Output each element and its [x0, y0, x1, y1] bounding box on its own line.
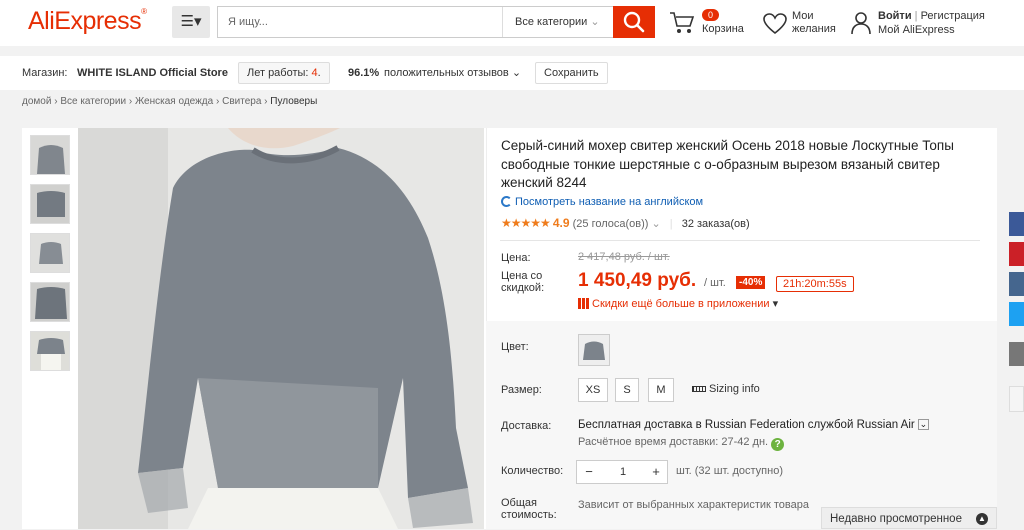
edit-icon[interactable] — [1009, 342, 1024, 366]
account-area: Войти | Регистрация Мой AliExpress — [850, 8, 1020, 38]
total-value: Зависит от выбранных характеристик товар… — [578, 499, 809, 511]
chevron-down-icon: ▾ — [772, 298, 779, 310]
sizing-info-link[interactable]: Sizing info — [692, 383, 760, 395]
chevron-down-icon: ⌄ — [590, 16, 600, 28]
search-input[interactable]: Я ищу... — [228, 7, 498, 37]
chevron-down-icon: ⌄ — [651, 218, 661, 230]
account-separator: | — [914, 10, 918, 22]
heart-icon — [763, 13, 787, 35]
header: AliExpress® ☰▾ Я ищу... Все категории ⌄ … — [0, 0, 1024, 46]
my-aliexpress-link[interactable]: Мой AliExpress — [878, 24, 955, 36]
login-link[interactable]: Войти — [878, 10, 912, 22]
app-promo-link[interactable]: Скидки ещё больше в приложении ▾ — [578, 297, 778, 310]
countdown-timer: 21h:20m:55s — [776, 276, 854, 292]
discount-badge: -40% — [736, 276, 766, 289]
search-bar: Я ищу... Все категории ⌄ — [217, 6, 655, 38]
recently-viewed-bar[interactable]: Недавно просмотренное ▲ — [821, 507, 997, 529]
ruler-icon — [692, 386, 706, 392]
chevron-up-icon: ▲ — [976, 513, 988, 525]
rating-votes-link[interactable]: (25 голоса(ов)) — [573, 218, 649, 230]
category-select[interactable]: Все категории ⌄ — [502, 7, 614, 37]
color-swatch[interactable] — [578, 334, 610, 366]
thumbnail-image[interactable] — [30, 233, 70, 273]
quantity-input[interactable]: 1 — [601, 461, 645, 483]
size-option-m[interactable]: M — [648, 378, 674, 402]
cart-icon — [670, 12, 695, 33]
search-button[interactable] — [613, 6, 655, 38]
scroll-top-icon[interactable] — [1009, 386, 1024, 412]
twitter-share-icon[interactable] — [1009, 302, 1024, 326]
breadcrumb: домой › Все категории › Женская одежда ›… — [22, 96, 318, 107]
cart-count-badge: 0 — [702, 9, 720, 21]
wishlist-label-2: желания — [792, 23, 836, 35]
cart-link[interactable]: 0 Корзина — [668, 8, 758, 38]
store-bar: Магазин: WHITE ISLAND Official Store Лет… — [0, 56, 1024, 90]
rating-value: 4.9 — [552, 216, 570, 230]
thumbnail-image[interactable] — [30, 282, 70, 322]
search-icon — [623, 11, 645, 33]
user-icon — [851, 12, 871, 35]
quantity-label: Количество: — [501, 465, 564, 477]
price-label: Цена: — [501, 252, 531, 264]
original-price: 2 417,48 руб. / шт. — [578, 251, 670, 263]
quantity-available: шт. (32 шт. доступно) — [676, 465, 783, 477]
help-icon[interactable]: ? — [771, 438, 785, 451]
sweater-thumbnail-icon — [579, 335, 609, 365]
total-label: Общая стоимость: — [501, 497, 557, 521]
shipping-label: Доставка: — [501, 420, 552, 432]
qr-code-icon — [578, 298, 589, 309]
thumbnail-image[interactable] — [30, 331, 70, 371]
breadcrumb-pullovers[interactable]: Пуловеры — [270, 96, 317, 107]
delivery-time: Расчётное время доставки: 27-42 дн. ? — [578, 436, 785, 451]
save-store-button[interactable]: Сохранить — [535, 62, 608, 84]
size-option-s[interactable]: S — [615, 378, 639, 402]
product-main-image[interactable] — [78, 128, 484, 529]
cart-label: Корзина — [702, 23, 744, 35]
breadcrumb-womens-clothing[interactable]: Женская одежда — [135, 96, 213, 107]
thumbnail-image[interactable] — [30, 135, 70, 175]
feedback-percent: 96.1% — [348, 67, 380, 79]
wishlist-link[interactable]: Мои желания — [762, 8, 848, 38]
rating-row: ★★★★★ 4.9 (25 голоса(ов)) ⌄ | 32 заказа(… — [501, 216, 750, 230]
product-title: Серый-синий мохер свитер женский Осень 2… — [501, 138, 954, 190]
thumbnail-list — [30, 135, 70, 380]
color-label: Цвет: — [501, 341, 529, 353]
discount-price-label: Цена со скидкой: — [501, 270, 545, 294]
breadcrumb-sweaters[interactable]: Свитера — [222, 96, 261, 107]
facebook-share-icon[interactable] — [1009, 212, 1024, 236]
divider — [500, 240, 980, 241]
size-option-xs[interactable]: XS — [578, 378, 608, 402]
thumbnail-image[interactable] — [30, 184, 70, 224]
size-label: Размер: — [501, 384, 542, 396]
store-label: Магазин: — [22, 67, 68, 79]
quantity-stepper: − 1 + — [576, 460, 668, 484]
quantity-increase-button[interactable]: + — [645, 461, 667, 483]
shipping-method[interactable]: Бесплатная доставка в Russian Federation… — [578, 419, 929, 431]
hamburger-icon: ☰▾ — [180, 13, 202, 30]
category-menu-button[interactable]: ☰▾ — [172, 6, 210, 38]
chevron-down-icon: ⌄ — [917, 419, 929, 430]
rating-stars: ★★★★★ — [501, 216, 551, 230]
store-years-badge: Лет работы: 4. — [238, 62, 330, 84]
price-unit: / шт. — [704, 277, 726, 289]
breadcrumb-all-categories[interactable]: Все категории — [60, 96, 126, 107]
pinterest-share-icon[interactable] — [1009, 242, 1024, 266]
translate-icon — [501, 196, 512, 207]
translate-title-link[interactable]: Посмотреть название на английском — [501, 196, 703, 208]
wishlist-label-1: Мои — [792, 10, 814, 22]
register-link[interactable]: Регистрация — [921, 10, 985, 22]
quantity-decrease-button[interactable]: − — [577, 461, 601, 483]
aliexpress-logo[interactable]: AliExpress® — [28, 7, 147, 36]
chevron-down-icon: ⌄ — [511, 67, 522, 79]
discounted-price: 1 450,49 руб. — [578, 270, 697, 291]
breadcrumb-home[interactable]: домой — [22, 96, 51, 107]
store-name-link[interactable]: WHITE ISLAND Official Store — [77, 56, 228, 90]
vk-share-icon[interactable] — [1009, 272, 1024, 296]
feedback-dropdown[interactable]: положительных отзывов ⌄ — [384, 56, 521, 90]
orders-count: 32 заказа(ов) — [681, 218, 750, 230]
